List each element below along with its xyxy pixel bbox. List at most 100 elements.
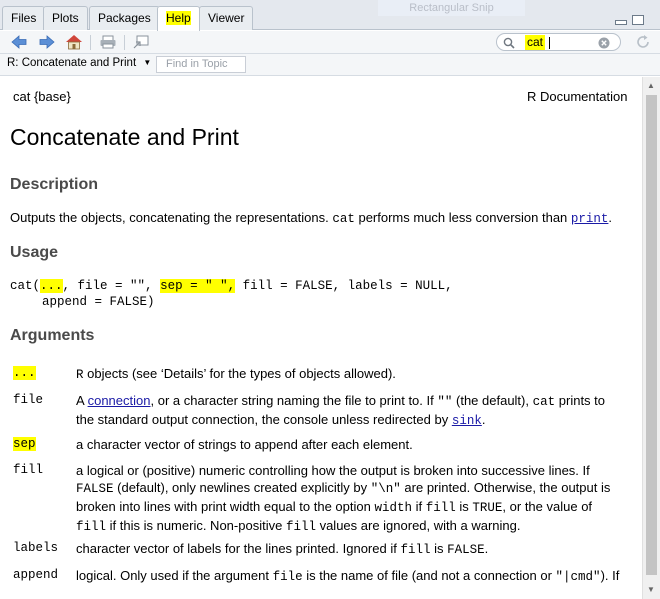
tab-viewer[interactable]: Viewer <box>199 6 254 30</box>
connection-link[interactable]: connection <box>88 393 151 408</box>
forward-arrow-icon[interactable] <box>38 34 56 50</box>
topic-dropdown-label: R: Concatenate and Print <box>7 57 137 69</box>
desc-part: ). If <box>600 568 620 583</box>
rectangular-snip-overlay: Rectangular Snip <box>378 0 525 16</box>
toolbar-divider <box>90 35 91 50</box>
desc-part: is <box>459 499 469 514</box>
desc-part: (default), only newlines created explici… <box>117 480 368 495</box>
usage-dots: ... <box>40 279 63 293</box>
topic-dropdown[interactable]: R: Concatenate and Print ▼ <box>7 57 151 69</box>
chevron-down-icon: ▼ <box>143 58 152 67</box>
tab-packages[interactable]: Packages <box>89 6 160 30</box>
arg-labels-desc: character vector of labels for the lines… <box>76 541 489 557</box>
arg-append-desc: logical. Only used if the argument file … <box>76 567 631 586</box>
code-fill: fill <box>400 543 431 557</box>
find-in-topic-input[interactable]: Find in Topic <box>156 56 246 73</box>
desc-part: is the name of file (and not a connectio… <box>306 568 552 583</box>
desc-part: logical. Only used if the argument <box>76 568 269 583</box>
package-ref: cat {base} <box>13 89 71 104</box>
arg-dots-desc: R objects (see ‘Details’ for the types o… <box>76 365 631 384</box>
desc-part: is <box>434 541 444 556</box>
maximize-pane-icon[interactable] <box>632 15 644 25</box>
desc-part: objects (see ‘Details’ for the types of … <box>87 366 396 381</box>
code-fill: fill <box>76 520 107 534</box>
tab-files-label: Files <box>11 11 37 25</box>
help-content: cat {base} R Documentation Concatenate a… <box>0 77 642 599</box>
desc-part: , or the value of <box>502 499 593 514</box>
desc-line: the standard output connection, the cons… <box>76 412 486 428</box>
home-icon[interactable] <box>65 34 83 50</box>
usage-line-1: cat(..., file = "", sep = " ", fill = FA… <box>10 279 453 293</box>
tab-help-label: Help <box>166 11 191 25</box>
usage-part: , file = "", <box>62 279 153 293</box>
code-r: R <box>76 368 84 382</box>
tab-plots-label: Plots <box>52 11 79 25</box>
code-width: width <box>374 501 412 515</box>
minimize-pane-icon[interactable] <box>615 20 627 25</box>
desc-part: are printed. Otherwise, the output is <box>404 480 611 495</box>
code-fill: fill <box>285 520 316 534</box>
tab-help[interactable]: Help <box>157 6 200 31</box>
back-arrow-icon[interactable] <box>10 34 28 50</box>
code-fill: fill <box>425 501 456 515</box>
search-icon <box>503 37 515 49</box>
show-in-new-window-icon[interactable] <box>132 34 150 50</box>
desc-line: broken into lines with print width equal… <box>76 498 631 517</box>
desc-part: values are ignored, with a warning. <box>319 518 521 533</box>
desc-line: A connection, or a character string nami… <box>76 392 631 411</box>
desc-part: the standard output connection, the cons… <box>76 412 449 427</box>
tab-packages-label: Packages <box>98 11 151 25</box>
arg-labels-name: labels <box>13 541 59 555</box>
description-heading: Description <box>10 176 99 193</box>
usage-part: cat( <box>10 279 41 293</box>
usage-sep: sep = " ", <box>160 279 236 293</box>
desc-line: fill if this is numeric. Non-positive fi… <box>76 517 631 536</box>
refresh-icon[interactable] <box>634 34 652 50</box>
description-part: performs much less conversion than <box>358 210 568 225</box>
print-link[interactable]: print <box>571 212 609 226</box>
code-newline: "\n" <box>370 482 401 496</box>
code-empty-string: "" <box>437 395 453 409</box>
scrollbar-thumb[interactable] <box>646 95 657 575</box>
usage-part: fill = FALSE, labels = NULL, <box>242 279 453 293</box>
help-search-box[interactable]: cat <box>496 33 621 51</box>
help-toolbar: cat <box>0 31 660 54</box>
clear-search-icon[interactable] <box>598 37 610 49</box>
topic-bar: R: Concatenate and Print ▼ Find in Topic <box>0 54 660 76</box>
search-input[interactable]: cat <box>525 35 546 50</box>
arg-sep-desc: a character vector of strings to append … <box>76 437 413 452</box>
arg-file-desc: A connection, or a character string nami… <box>76 392 631 430</box>
pane-tab-bar: Files Plots Packages Help Viewer Rectang… <box>0 0 660 31</box>
desc-part: if <box>415 499 423 514</box>
toolbar-divider <box>124 35 125 50</box>
vertical-scrollbar[interactable]: ▲ ▼ <box>642 77 660 599</box>
desc-line: FALSE (default), only newlines created e… <box>76 479 631 498</box>
arg-append-name: append <box>13 568 59 582</box>
desc-part: if this is numeric. Non-positive <box>109 518 283 533</box>
arg-dots-name: ... <box>13 366 36 380</box>
usage-heading: Usage <box>10 244 59 261</box>
desc-part: prints to <box>558 393 606 408</box>
code-file: file <box>272 570 303 584</box>
desc-part: broken into lines with print width equal… <box>76 499 371 514</box>
tab-plots[interactable]: Plots <box>43 6 88 30</box>
arg-sep-name: sep <box>13 437 36 451</box>
scroll-down-icon[interactable]: ▼ <box>647 585 655 594</box>
desc-part: (the default), <box>456 393 529 408</box>
text-cursor <box>549 37 550 49</box>
desc-part: , or a character string naming the file … <box>150 393 434 408</box>
description-part: Outputs the objects, concatenating the r… <box>10 210 329 225</box>
page-title: Concatenate and Print <box>10 124 239 150</box>
sink-link[interactable]: sink <box>452 414 482 428</box>
code-false: FALSE <box>447 543 485 557</box>
description-text: Outputs the objects, concatenating the r… <box>10 210 613 226</box>
scroll-up-icon[interactable]: ▲ <box>647 81 655 90</box>
code-cat: cat <box>532 395 556 409</box>
desc-line: a logical or (positive) numeric controll… <box>76 463 590 478</box>
tab-files[interactable]: Files <box>2 6 46 30</box>
desc-part: A <box>76 393 84 408</box>
r-documentation-label: R Documentation <box>527 89 628 104</box>
code-true: TRUE <box>472 501 503 515</box>
print-icon[interactable] <box>99 34 117 50</box>
code-cat: cat <box>332 212 355 226</box>
